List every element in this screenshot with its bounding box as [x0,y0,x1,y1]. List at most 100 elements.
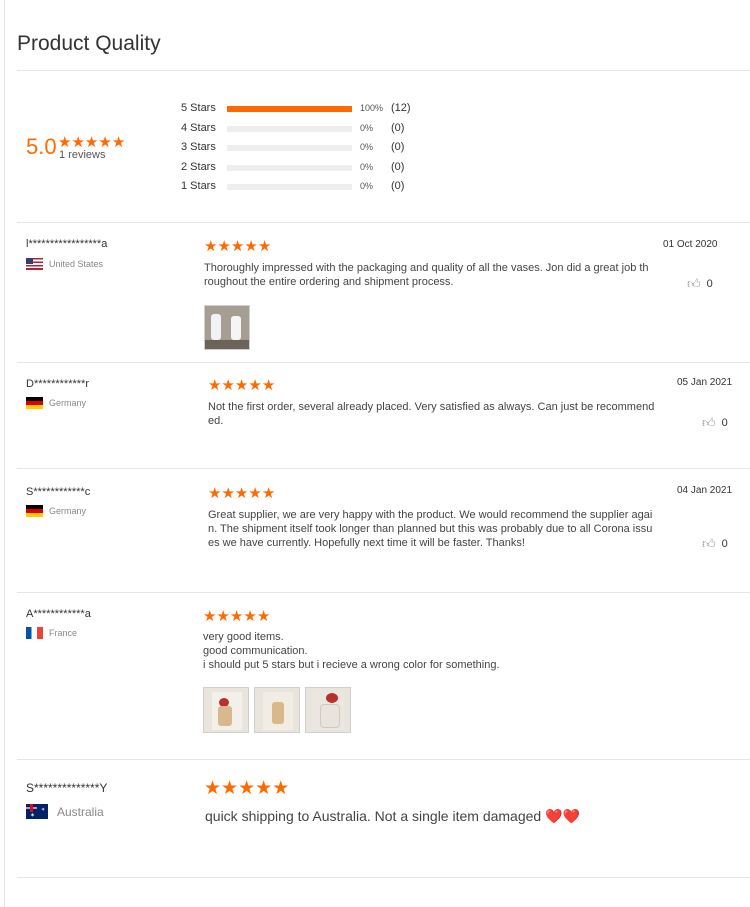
divider [17,877,750,878]
review-item: S**************Y ✶ ✶ Australia ★★★★★ qui… [0,759,750,879]
review-text-line: Great supplier, we are very happy with t… [208,509,653,521]
review-text-line: Not the first order, several already pla… [208,401,655,413]
star-icon: ★ [221,485,235,502]
helpful-button[interactable]: 👍︎ 0 [702,536,728,552]
review-image[interactable] [203,687,249,733]
distribution-bar [227,184,352,190]
review-text-line: Thoroughly impressed with the packaging … [204,262,649,274]
reviewer-name: S**************Y [26,781,108,795]
thumbs-up-icon: 👍︎ [702,415,716,430]
distribution-bar [227,106,352,112]
star-icon: ★ [248,485,262,502]
reviewer-country: United States [26,258,103,270]
country-name: United States [49,259,104,269]
page-title: Product Quality [17,32,161,55]
helpful-count: 0 [721,417,728,429]
review-date: 05 Jan 2021 [677,377,733,388]
review-text-line: i should put 5 stars but i recieve a wro… [203,659,500,671]
distribution-label: 3 Stars [181,141,216,153]
germany-flag-icon [26,505,43,517]
distribution-bar [227,164,352,171]
average-score: 5.0 [26,134,57,159]
star-icon: ★ [243,608,257,625]
review-stars: ★★★★★ [208,376,275,395]
review-date: 01 Oct 2020 [663,239,718,250]
review-stars: ★★★★★ [204,237,271,256]
star-icon: ★ [229,608,244,625]
review-stars: ★★★★★ [203,607,270,626]
review-text-line: good communication. [203,645,308,657]
reviewer-country: ✶ ✶ Australia [26,804,104,819]
country-name: Germany [49,398,87,408]
reviewer-name: l*****************a [26,238,108,250]
distribution-percent: 100% [360,103,384,113]
reviewer-name: S************c [26,486,91,498]
star-icon: ★ [248,377,262,394]
distribution-label: 1 Stars [181,180,216,192]
distribution-label: 5 Stars [181,102,216,114]
helpful-count: 0 [721,538,728,550]
country-name: Germany [49,506,87,516]
review-image[interactable] [204,305,250,350]
review-item: A************a France ★★★★★ very good it… [0,592,750,759]
star-icon: ★ [261,377,276,394]
review-text-line: roughout the entire ordering and shipmen… [204,276,454,288]
distribution-bar-fill [227,106,352,112]
star-icon: ★ [208,485,222,502]
distribution-percent: 0% [360,161,374,172]
thumbs-up-icon: 👍︎ [702,536,716,551]
distribution-count: (0) [391,160,405,173]
star-icon: ★ [238,778,256,799]
star-icon: ★ [203,608,217,625]
review-text: Not the first order, several already pla… [208,400,654,428]
review-date: 04 Jan 2021 [677,485,733,496]
distribution-bar [227,145,352,151]
review-text: Great supplier, we are very happy with t… [208,508,652,550]
australia-flag-icon: ✶ ✶ [26,804,48,819]
star-icon: ★ [230,238,245,255]
helpful-button[interactable]: 👍︎ 0 [702,415,728,431]
distribution-percent: 0% [360,181,374,191]
review-text: quick shipping to Australia. Not a singl… [205,807,580,825]
star-icon: ★ [208,377,222,394]
france-flag-icon [26,627,43,639]
distribution-bar [227,125,352,132]
star-icon: ★ [234,377,249,394]
star-icon: ★ [221,778,239,799]
reviewer-country: Germany [26,397,86,409]
star-icon: ★ [217,238,231,255]
reviewer-country: Germany [26,505,86,517]
star-icon: ★ [234,485,249,502]
distribution-label: 2 Stars [181,160,216,173]
distribution-count: (0) [391,141,405,153]
distribution-label: 4 Stars [181,121,216,134]
helpful-button[interactable]: 👍︎ 0 [687,276,713,292]
review-text-line: n. The shipment itself took longer than … [208,523,653,535]
star-icon: ★ [204,238,218,255]
thumbs-up-icon: 👍︎ [687,276,701,291]
star-icon: ★ [204,778,222,799]
distribution-count: (0) [391,121,405,134]
star-icon: ★ [256,608,271,625]
distribution-percent: 0% [360,142,374,152]
divider [17,70,750,71]
star-icon: ★ [216,608,230,625]
distribution-count: (12) [391,102,411,114]
review-stars: ★★★★★ [204,777,289,800]
reviews-count: 1 reviews [59,149,106,161]
review-text: very good items. good communication. i s… [203,630,500,672]
review-item: S************c Germany ★★★★★ Great suppl… [0,468,750,592]
review-text-line: ed. [208,415,224,427]
review-stars: ★★★★★ [208,484,275,503]
star-icon: ★ [272,778,290,799]
review-image[interactable] [305,687,351,733]
us-flag-icon [26,258,43,270]
star-icon: ★ [255,778,273,799]
reviewer-country: France [26,627,77,639]
review-item: l*****************a United States ★★★★★ … [0,222,750,362]
helpful-count: 0 [706,278,713,290]
review-item: D************r Germany ★★★★★ Not the fir… [0,362,750,468]
review-image[interactable] [254,687,300,733]
review-text: Thoroughly impressed with the packaging … [204,261,649,289]
star-icon: ★ [257,238,272,255]
